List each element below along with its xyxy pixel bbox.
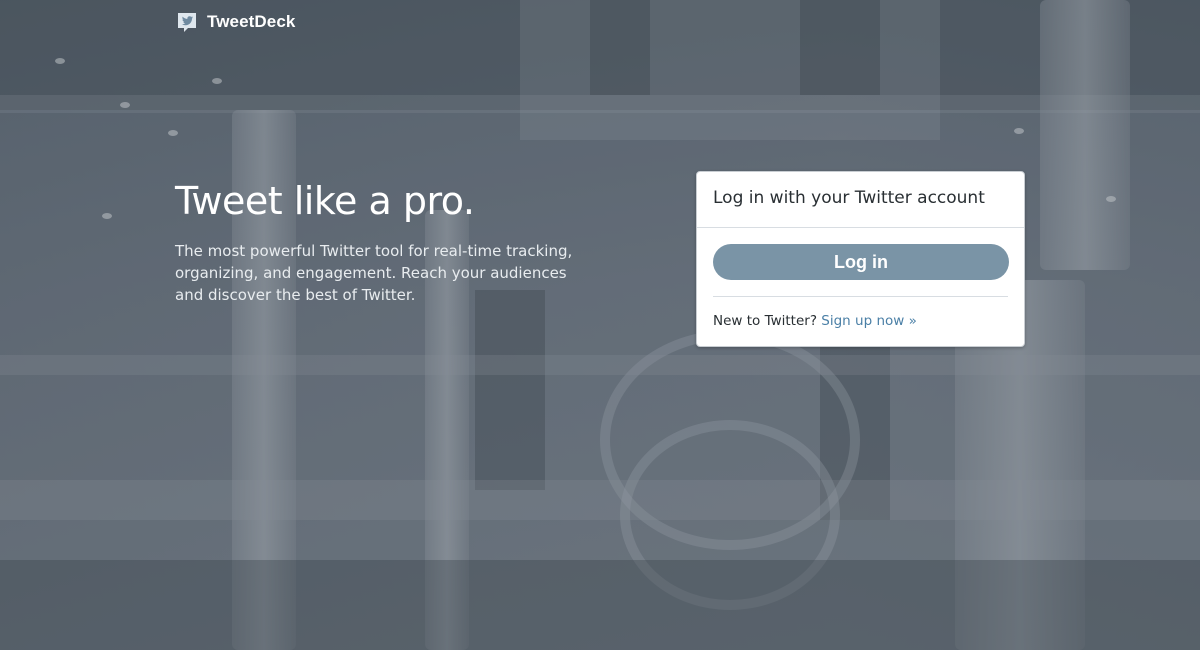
twitter-bird-icon (178, 13, 196, 32)
hero-section: Tweet like a pro. The most powerful Twit… (175, 178, 595, 306)
hero-description: The most powerful Twitter tool for real-… (175, 242, 573, 304)
new-user-text: New to Twitter? (713, 313, 817, 329)
signup-row: New to Twitter? Sign up now » (713, 313, 917, 329)
card-divider (713, 296, 1008, 297)
hero-title: Tweet like a pro. (175, 179, 475, 223)
login-card: Log in with your Twitter account Log in … (696, 171, 1025, 347)
login-card-heading: Log in with your Twitter account (697, 172, 1024, 228)
signup-link[interactable]: Sign up now » (821, 313, 917, 329)
brand-logo[interactable]: TweetDeck (175, 10, 295, 34)
brand-name: TweetDeck (207, 12, 296, 31)
login-button[interactable]: Log in (713, 244, 1009, 280)
